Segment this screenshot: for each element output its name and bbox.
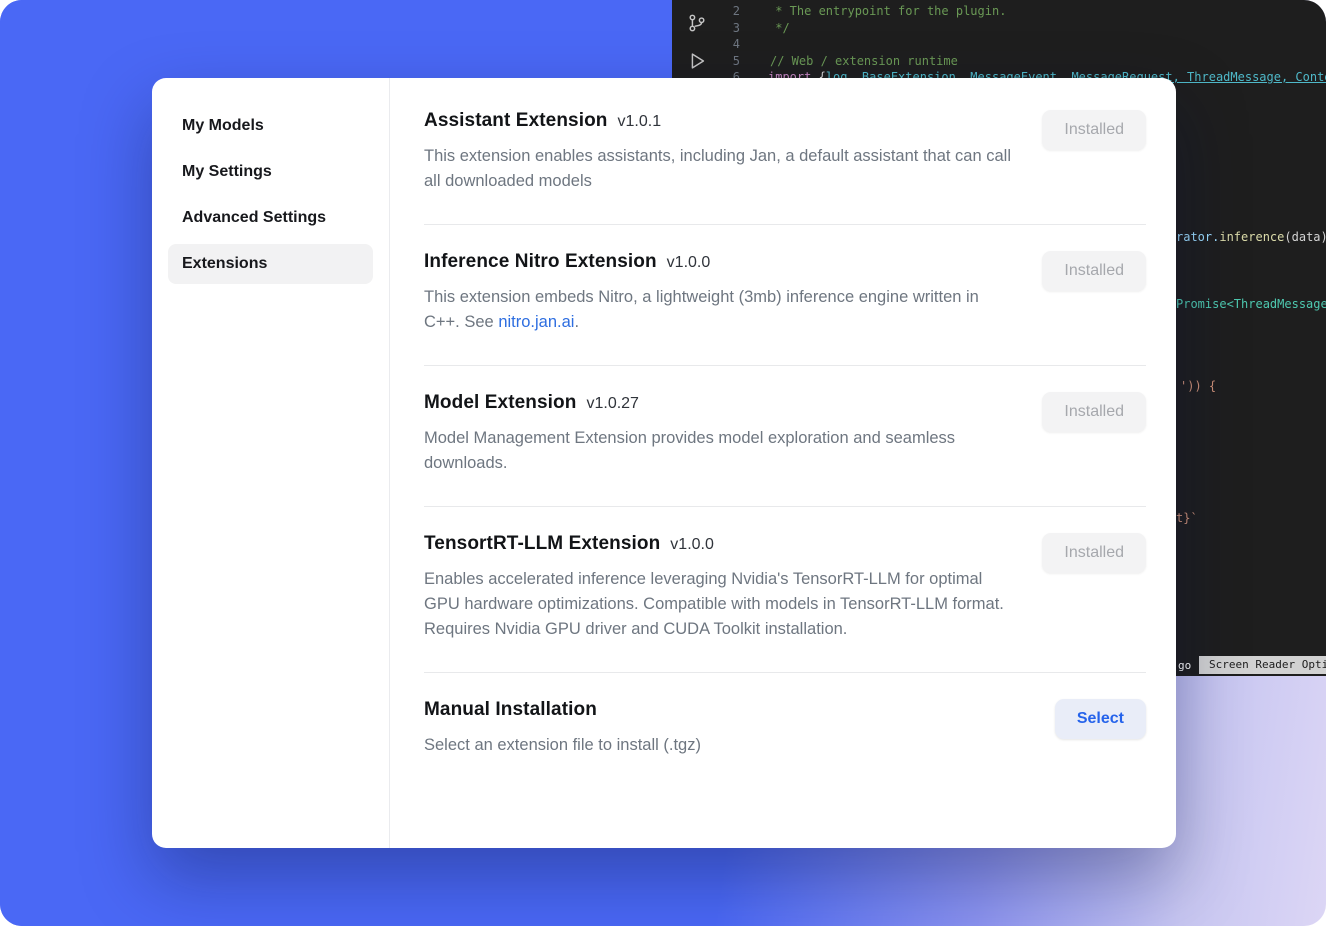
code-fragment: ')) {: [1180, 379, 1216, 393]
sidebar-item-advanced-settings[interactable]: Advanced Settings: [168, 198, 373, 238]
extension-title: Assistant Extension: [424, 110, 608, 131]
extension-description: This extension enables assistants, inclu…: [424, 144, 1018, 194]
extension-version: v1.0.0: [667, 254, 711, 271]
installed-button: Installed: [1042, 392, 1146, 432]
code-line-comment: */: [768, 21, 790, 35]
sidebar-item-my-models[interactable]: My Models: [168, 106, 373, 146]
installed-button: Installed: [1042, 533, 1146, 573]
sidebar-item-my-settings[interactable]: My Settings: [168, 152, 373, 192]
extension-title: TensortRT-LLM Extension: [424, 533, 660, 554]
screen-reader-mode-badge[interactable]: Screen Reader Optimiz: [1199, 656, 1326, 674]
code-fragment: t}`: [1176, 511, 1198, 525]
editor-line-number: 4: [712, 37, 740, 51]
manual-installation-row: Manual Installation Select an extension …: [424, 673, 1146, 788]
extension-card-tensorrt-llm: TensortRT-LLM Extension v1.0.0 Enables ac…: [424, 507, 1146, 673]
extension-version: v1.0.27: [586, 395, 638, 412]
status-bar-text: go: [1178, 659, 1191, 672]
extension-title: Inference Nitro Extension: [424, 251, 657, 272]
extension-title: Model Extension: [424, 392, 576, 413]
manual-installation-title: Manual Installation: [424, 699, 597, 720]
nitro-link[interactable]: nitro.jan.ai: [498, 313, 574, 331]
extension-description: Enables accelerated inference leveraging…: [424, 567, 1018, 642]
editor-line-number: 3: [712, 21, 740, 35]
extension-description: Model Management Extension provides mode…: [424, 426, 1018, 476]
extension-card-inference-nitro: Inference Nitro Extension v1.0.0 This ext…: [424, 225, 1146, 366]
editor-line-number: 2: [712, 4, 740, 18]
select-file-button[interactable]: Select: [1055, 699, 1146, 739]
extensions-panel: Assistant Extension v1.0.1 This extension…: [390, 78, 1176, 848]
code-fragment: rator.inference(data));: [1176, 230, 1326, 244]
code-line-comment: // Web / extension runtime: [770, 54, 958, 68]
settings-modal: My Models My Settings Advanced Settings …: [152, 78, 1176, 848]
code-fragment: Promise<ThreadMessage>: [1176, 297, 1326, 311]
extension-description: This extension embeds Nitro, a lightweig…: [424, 285, 1018, 335]
settings-sidebar: My Models My Settings Advanced Settings …: [152, 78, 390, 848]
source-control-icon[interactable]: [686, 12, 708, 34]
extension-card-assistant: Assistant Extension v1.0.1 This extension…: [424, 84, 1146, 225]
extension-version: v1.0.1: [618, 113, 662, 130]
installed-button: Installed: [1042, 251, 1146, 291]
extension-version: v1.0.0: [670, 536, 714, 553]
desktop: 2 3 4 5 6 * The entrypoint for the plugi…: [0, 0, 1326, 926]
manual-installation-description: Select an extension file to install (.tg…: [424, 733, 1024, 758]
extension-card-model: Model Extension v1.0.27 Model Management …: [424, 366, 1146, 507]
run-debug-icon[interactable]: [686, 50, 708, 72]
sidebar-item-extensions[interactable]: Extensions: [168, 244, 373, 284]
editor-line-number: 5: [712, 54, 740, 68]
code-line-comment: * The entrypoint for the plugin.: [768, 4, 1006, 18]
installed-button: Installed: [1042, 110, 1146, 150]
